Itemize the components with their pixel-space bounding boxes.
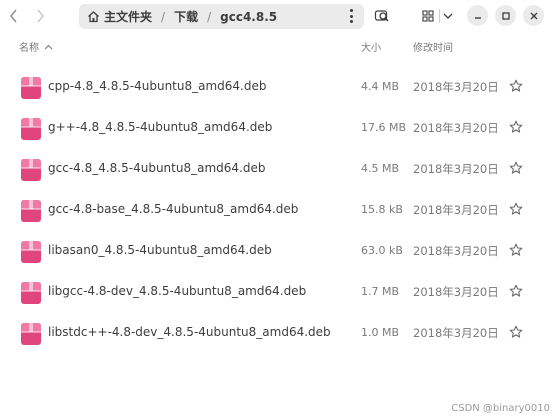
file-name: gcc-4.8-base_4.8.5-4ubuntu8_amd64.deb xyxy=(48,202,299,216)
forward-button[interactable] xyxy=(28,4,52,28)
file-list: cpp-4.8_4.8.5-4ubuntu8_amd64.deb 4.4 MB … xyxy=(0,67,554,354)
file-manager-window: 主文件夹 / 下载 / gcc4.8.5 名称 大小 修改时间 cpp-4.8_… xyxy=(0,0,554,419)
maximize-icon xyxy=(501,11,510,20)
column-headers: 名称 大小 修改时间 xyxy=(0,33,554,57)
file-modified: 2018年3月20日 xyxy=(413,326,499,340)
file-row[interactable]: cpp-4.8_4.8.5-4ubuntu8_amd64.deb 4.4 MB … xyxy=(0,67,554,108)
file-size: 4.5 MB xyxy=(361,162,400,175)
file-name: cpp-4.8_4.8.5-4ubuntu8_amd64.deb xyxy=(48,79,267,93)
header-bar: 主文件夹 / 下载 / gcc4.8.5 xyxy=(0,0,554,33)
file-size: 4.4 MB xyxy=(361,80,400,93)
search-button[interactable] xyxy=(371,4,393,28)
dot xyxy=(349,14,353,18)
file-modified: 2018年3月20日 xyxy=(413,285,499,299)
file-modified: 2018年3月20日 xyxy=(413,244,499,258)
file-name: libasan0_4.8.5-4ubuntu8_amd64.deb xyxy=(48,243,272,257)
package-icon xyxy=(21,200,41,222)
chevron-down-icon xyxy=(443,13,453,19)
grid-view-button[interactable] xyxy=(419,4,437,28)
path-segment-current[interactable]: gcc4.8.5 xyxy=(220,10,277,24)
dot xyxy=(349,20,353,23)
file-modified: 2018年3月20日 xyxy=(413,80,499,94)
star-icon[interactable] xyxy=(509,79,523,93)
minimize-icon xyxy=(474,16,481,19)
chevron-right-icon xyxy=(37,9,44,23)
package-icon xyxy=(21,159,41,181)
home-icon xyxy=(88,11,99,23)
path-segment-home[interactable]: 主文件夹 xyxy=(87,8,152,25)
file-size: 1.0 MB xyxy=(361,326,400,339)
star-icon[interactable] xyxy=(509,161,523,175)
star-icon[interactable] xyxy=(509,202,523,216)
package-icon xyxy=(21,118,41,140)
file-name: libgcc-4.8-dev_4.8.5-4ubuntu8_amd64.deb xyxy=(48,284,307,298)
chevron-left-icon xyxy=(10,9,17,23)
file-name: libstdc++-4.8-dev_4.8.5-4ubuntu8_amd64.d… xyxy=(48,325,331,339)
star-icon[interactable] xyxy=(509,325,523,339)
column-header-modified[interactable]: 修改时间 xyxy=(413,39,453,54)
search-icon xyxy=(374,10,389,22)
path-segment-downloads[interactable]: 下载 xyxy=(174,8,198,25)
path-separator: / xyxy=(207,9,212,24)
file-name: gcc-4.8_4.8.5-4ubuntu8_amd64.deb xyxy=(48,161,266,175)
package-icon xyxy=(21,77,41,99)
file-row[interactable]: libstdc++-4.8-dev_4.8.5-4ubuntu8_amd64.d… xyxy=(0,313,554,354)
minimize-button[interactable] xyxy=(467,5,488,26)
grid-icon xyxy=(422,10,434,22)
path-bar: 主文件夹 / 下载 / gcc4.8.5 xyxy=(79,4,364,29)
watermark: CSDN @binary0010 xyxy=(451,403,550,414)
path-separator: / xyxy=(161,9,166,24)
maximize-button[interactable] xyxy=(495,5,516,26)
file-row[interactable]: gcc-4.8_4.8.5-4ubuntu8_amd64.deb 4.5 MB … xyxy=(0,149,554,190)
star-icon[interactable] xyxy=(509,284,523,298)
column-header-name[interactable]: 名称 xyxy=(19,39,53,54)
column-header-label: 名称 xyxy=(19,43,39,54)
file-modified: 2018年3月20日 xyxy=(413,203,499,217)
close-button[interactable] xyxy=(523,5,544,26)
file-modified: 2018年3月20日 xyxy=(413,162,499,176)
file-size: 1.7 MB xyxy=(361,285,400,298)
view-options-button[interactable] xyxy=(441,4,455,28)
dot xyxy=(349,9,353,12)
back-button[interactable] xyxy=(2,4,26,28)
close-icon xyxy=(530,12,537,19)
package-icon xyxy=(21,323,41,345)
file-size: 17.6 MB xyxy=(361,121,407,134)
star-icon[interactable] xyxy=(509,243,523,257)
sort-ascending-icon xyxy=(44,44,53,49)
file-row[interactable]: libgcc-4.8-dev_4.8.5-4ubuntu8_amd64.deb … xyxy=(0,272,554,313)
star-icon[interactable] xyxy=(509,120,523,134)
column-header-size[interactable]: 大小 xyxy=(361,39,381,54)
path-segment-label: 主文件夹 xyxy=(104,10,153,24)
file-row[interactable]: gcc-4.8-base_4.8.5-4ubuntu8_amd64.deb 15… xyxy=(0,190,554,231)
view-divider xyxy=(439,9,440,23)
package-icon xyxy=(21,282,41,304)
file-modified: 2018年3月20日 xyxy=(413,121,499,135)
file-row[interactable]: libasan0_4.8.5-4ubuntu8_amd64.deb 63.0 k… xyxy=(0,231,554,272)
file-name: g++-4.8_4.8.5-4ubuntu8_amd64.deb xyxy=(48,120,273,134)
file-row[interactable]: g++-4.8_4.8.5-4ubuntu8_amd64.deb 17.6 MB… xyxy=(0,108,554,149)
path-menu-button[interactable] xyxy=(348,9,354,23)
file-size: 63.0 kB xyxy=(361,244,403,257)
package-icon xyxy=(21,241,41,263)
file-size: 15.8 kB xyxy=(361,203,403,216)
